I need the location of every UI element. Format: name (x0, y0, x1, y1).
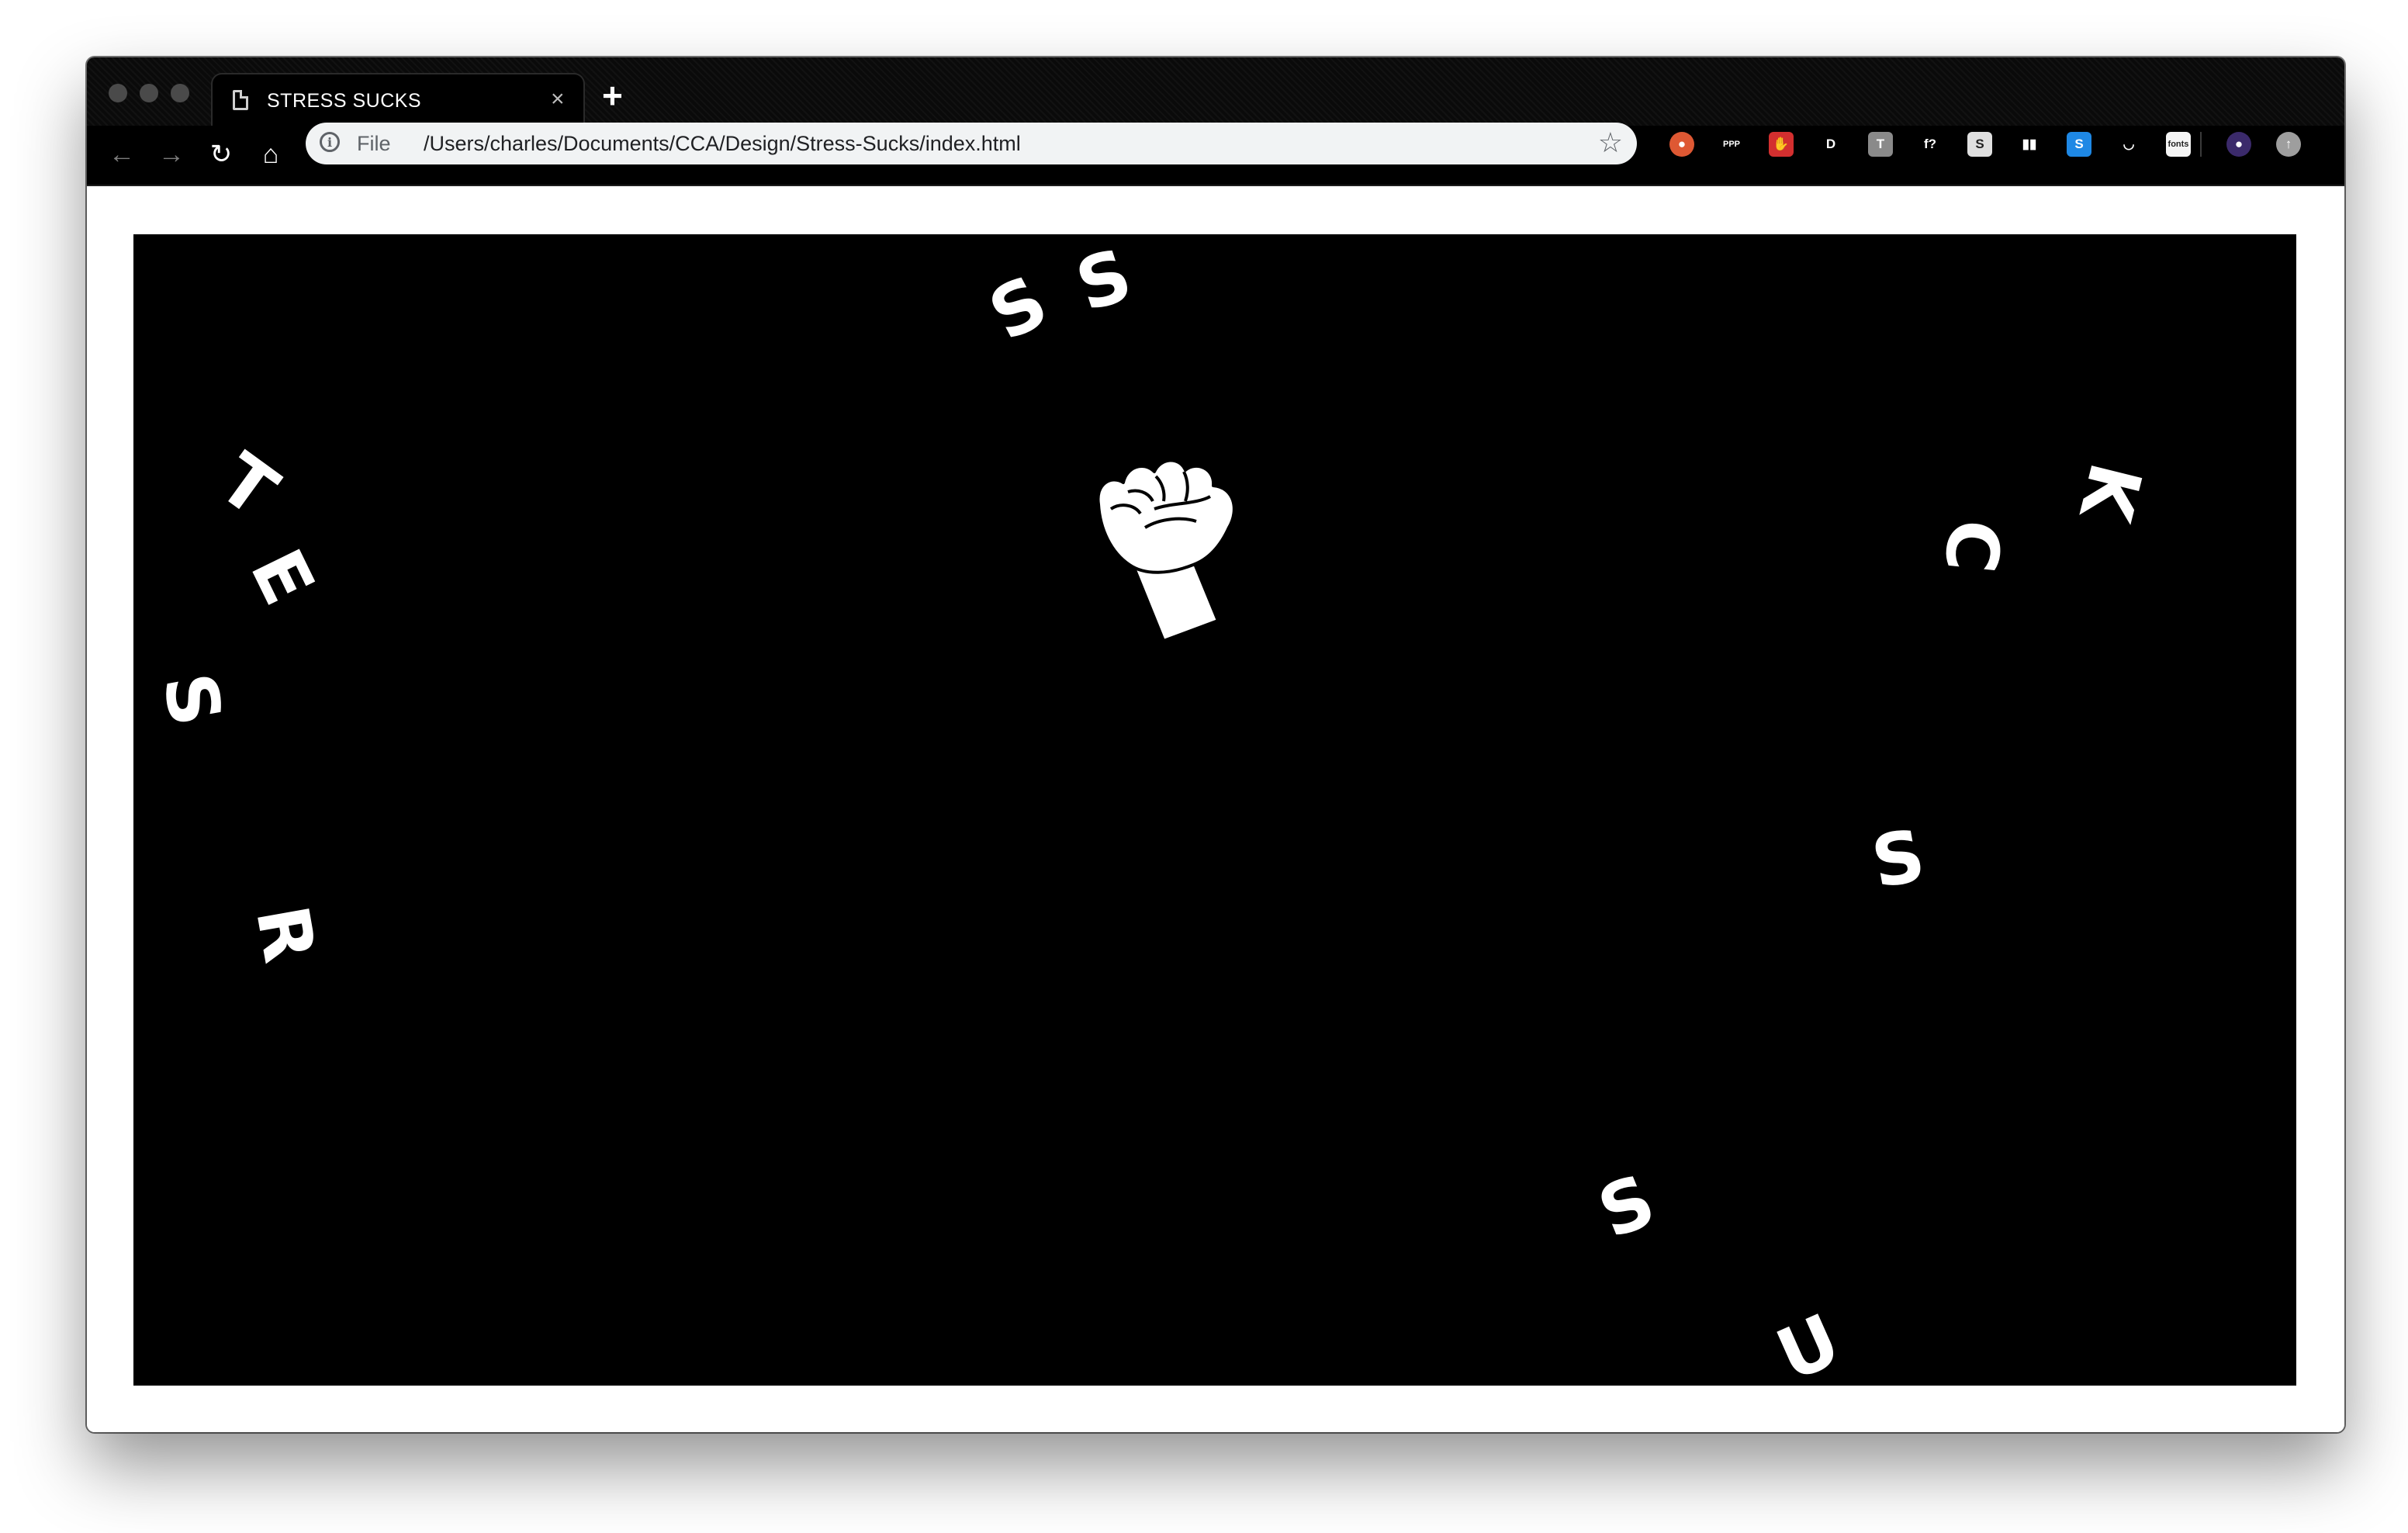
letter-s-top-1[interactable]: S (977, 260, 1061, 358)
ppp-icon[interactable]: PPP (1719, 132, 1744, 157)
page-viewport: SSTESRKCSSU (87, 186, 2344, 1432)
stop-hand-icon[interactable]: ✋ (1769, 132, 1794, 157)
raised-fist-icon (1096, 459, 1236, 642)
tab-stress-sucks[interactable]: STRESS SUCKS × (211, 73, 585, 126)
update-icon[interactable]: ↑ (2276, 132, 2301, 157)
reload-icon[interactable]: ↻ (202, 135, 240, 174)
url-scheme: File (357, 132, 391, 155)
browser-window: STRESS SUCKS × + ← → ↻ ⌂ i File /Users/c… (87, 57, 2344, 1432)
fonts-icon[interactable]: fonts (2166, 132, 2191, 157)
url-text[interactable]: /Users/charles/Documents/CCA/Design/Stre… (424, 132, 1021, 156)
letter-s-bottom[interactable]: S (1587, 1159, 1666, 1255)
letter-r[interactable]: R (240, 900, 331, 968)
avatar-icon[interactable]: ● (2226, 132, 2251, 157)
forward-icon[interactable]: → (152, 135, 191, 174)
bookmark-star-icon[interactable]: ☆ (1598, 126, 1623, 160)
close-tab-icon[interactable]: × (551, 85, 565, 113)
letter-t[interactable]: T (204, 438, 292, 533)
letter-u[interactable]: U (1765, 1298, 1852, 1386)
letter-s-left[interactable]: S (147, 667, 237, 732)
home-icon[interactable]: ⌂ (251, 135, 290, 174)
whatfont-icon[interactable]: f? (1918, 132, 1943, 157)
info-icon[interactable]: i (320, 132, 340, 152)
minimize-window-button[interactable] (140, 84, 158, 102)
duckduckgo-icon[interactable]: ● (1669, 132, 1694, 157)
lips-icon[interactable]: ◡ (2116, 132, 2141, 157)
page-icon (233, 90, 248, 110)
stress-sucks-canvas[interactable]: SSTESRKCSSU (133, 234, 2296, 1386)
back-icon[interactable]: ← (102, 135, 141, 174)
t-icon[interactable]: T (1868, 132, 1893, 157)
tab-strip: STRESS SUCKS × + (87, 57, 2344, 126)
new-tab-button[interactable]: + (602, 76, 623, 115)
letter-k[interactable]: K (2064, 455, 2157, 529)
skype-s-icon[interactable]: S (2067, 132, 2091, 157)
letter-c[interactable]: C (1929, 516, 2016, 576)
letter-s-right[interactable]: S (1866, 814, 1931, 905)
letter-e[interactable]: E (234, 537, 330, 617)
zoom-window-button[interactable] (171, 84, 189, 102)
s-icon[interactable]: S (1967, 132, 1992, 157)
letter-s-top-2[interactable]: S (1067, 234, 1141, 328)
columns-icon[interactable]: ▮▮ (2017, 132, 2042, 157)
close-window-button[interactable] (109, 84, 127, 102)
dl-icon[interactable]: D (1818, 132, 1843, 157)
toolbar-separator (2200, 132, 2202, 157)
tab-title: STRESS SUCKS (267, 90, 422, 112)
address-bar[interactable]: i File /Users/charles/Documents/CCA/Desi… (306, 123, 1637, 164)
